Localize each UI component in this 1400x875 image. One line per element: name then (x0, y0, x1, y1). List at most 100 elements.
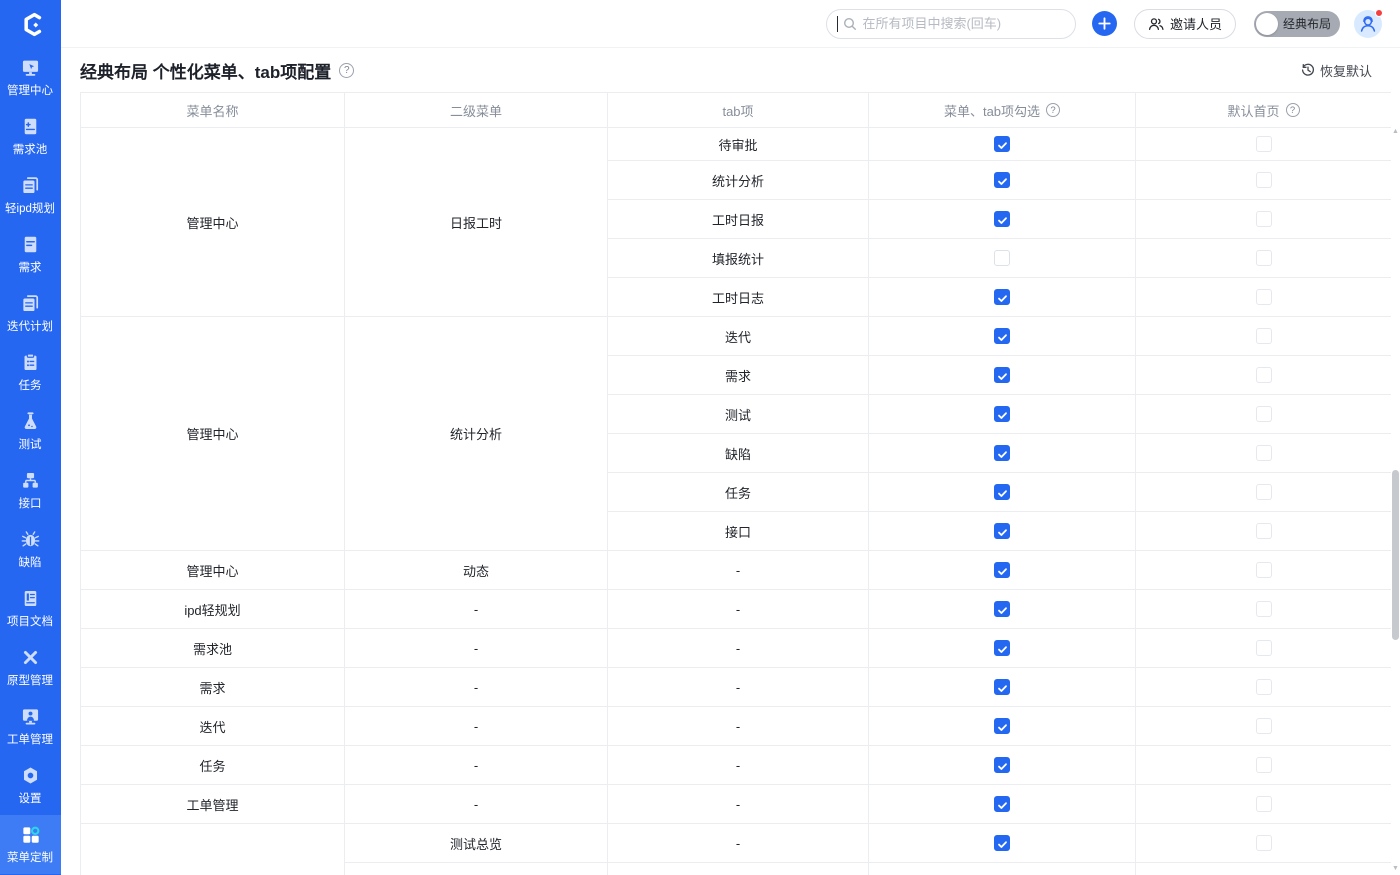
tab-item-cell: 缺陷 (608, 434, 869, 473)
sidebar-item-7[interactable]: 接口 (0, 461, 61, 520)
submenu-cell: - (345, 629, 608, 668)
invite-members-button[interactable]: 邀请人员 (1134, 9, 1236, 39)
tab-checkbox[interactable] (994, 757, 1010, 773)
table-row: 工单管理-- (81, 785, 1392, 824)
default-home-checkbox[interactable] (1256, 523, 1272, 539)
tab-checkbox[interactable] (994, 328, 1010, 344)
scroll-down-arrow[interactable]: ▼ (1391, 865, 1400, 873)
default-home-checkbox[interactable] (1256, 445, 1272, 461)
default-home-cell (1136, 278, 1392, 317)
app-logo[interactable] (0, 0, 61, 48)
sidebar-nav: 管理中心需求池轻ipd规划需求迭代计划任务测试接口缺陷项目文档原型管理工单管理设… (0, 48, 61, 875)
scroll-up-arrow[interactable]: ▲ (1391, 128, 1400, 136)
sidebar-item-13[interactable]: 菜单定制 (0, 815, 61, 874)
sidebar-item-label: 项目文档 (7, 612, 53, 628)
column-help-icon[interactable]: ? (1046, 103, 1060, 117)
default-home-checkbox[interactable] (1256, 211, 1272, 227)
tab-checkbox[interactable] (994, 523, 1010, 539)
sidebar-item-11[interactable]: 工单管理 (0, 697, 61, 756)
sidebar-item-1[interactable]: 需求池 (0, 107, 61, 166)
tab-checkbox[interactable] (994, 445, 1010, 461)
default-home-checkbox[interactable] (1256, 406, 1272, 422)
sidebar-item-3[interactable]: 需求 (0, 225, 61, 284)
table-header-row: 菜单名称二级菜单tab项菜单、tab项勾选?默认首页? (81, 93, 1392, 128)
menu-check-cell (869, 239, 1136, 278)
menu-config-table: 菜单名称二级菜单tab项菜单、tab项勾选?默认首页? 管理中心日报工时待审批统… (80, 92, 1391, 875)
default-home-checkbox[interactable] (1256, 136, 1272, 152)
submenu-cell: 日报工时 (345, 128, 608, 317)
menu-name-cell (81, 824, 345, 875)
default-home-checkbox[interactable] (1256, 484, 1272, 500)
tab-checkbox[interactable] (994, 601, 1010, 617)
tab-checkbox[interactable] (994, 484, 1010, 500)
global-search[interactable] (826, 9, 1076, 39)
tab-item-cell: - (608, 668, 869, 707)
avatar-person-icon (1358, 14, 1378, 34)
sidebar-item-label: 缺陷 (19, 553, 42, 569)
sidebar-item-12[interactable]: 设置 (0, 756, 61, 815)
sidebar-item-0[interactable]: 管理中心 (0, 48, 61, 107)
default-home-checkbox[interactable] (1256, 757, 1272, 773)
table-row: ipd轻规划-- (81, 590, 1392, 629)
page-help-icon[interactable]: ? (339, 63, 354, 78)
tab-checkbox[interactable] (994, 562, 1010, 578)
sidebar-item-4[interactable]: 迭代计划 (0, 284, 61, 343)
sidebar-item-8[interactable]: 缺陷 (0, 520, 61, 579)
layout-toggle[interactable]: 经典布局 (1254, 11, 1340, 37)
default-home-checkbox[interactable] (1256, 367, 1272, 383)
layout-toggle-label: 经典布局 (1283, 15, 1331, 32)
submenu-cell: - (345, 746, 608, 785)
content: 经典布局 个性化菜单、tab项配置 ? 恢复默认 菜单名称二级菜单t (61, 48, 1400, 875)
tab-checkbox[interactable] (994, 796, 1010, 812)
pages-icon (20, 175, 41, 196)
default-home-cell (1136, 200, 1392, 239)
column-header-3: 菜单、tab项勾选? (869, 93, 1136, 128)
column-header-label: 菜单、tab项勾选 (944, 101, 1040, 120)
column-help-icon[interactable]: ? (1286, 103, 1300, 117)
sidebar-item-6[interactable]: 测试 (0, 402, 61, 461)
tab-checkbox[interactable] (994, 679, 1010, 695)
user-avatar[interactable] (1354, 10, 1382, 38)
default-home-checkbox[interactable] (1256, 328, 1272, 344)
default-home-checkbox[interactable] (1256, 718, 1272, 734)
sidebar-item-10[interactable]: 原型管理 (0, 638, 61, 697)
default-home-checkbox[interactable] (1256, 796, 1272, 812)
sidebar-item-label: 设置 (19, 789, 42, 805)
tab-checkbox[interactable] (994, 250, 1010, 266)
default-home-checkbox[interactable] (1256, 172, 1272, 188)
ruler-pen-icon (20, 647, 41, 668)
sidebar-item-2[interactable]: 轻ipd规划 (0, 166, 61, 225)
default-home-checkbox[interactable] (1256, 562, 1272, 578)
default-home-cell (1136, 785, 1392, 824)
default-home-cell (1136, 668, 1392, 707)
default-home-checkbox[interactable] (1256, 679, 1272, 695)
tab-checkbox[interactable] (994, 718, 1010, 734)
tab-checkbox[interactable] (994, 367, 1010, 383)
menu-check-cell (869, 395, 1136, 434)
tab-item-cell: - (608, 590, 869, 629)
default-home-checkbox[interactable] (1256, 835, 1272, 851)
tab-checkbox[interactable] (994, 406, 1010, 422)
column-header-1: 二级菜单 (345, 93, 608, 128)
tab-checkbox[interactable] (994, 172, 1010, 188)
nodes-icon (20, 470, 41, 491)
scrollbar-thumb[interactable] (1392, 470, 1399, 640)
tab-checkbox[interactable] (994, 289, 1010, 305)
tab-checkbox[interactable] (994, 136, 1010, 152)
default-home-checkbox[interactable] (1256, 250, 1272, 266)
tab-checkbox[interactable] (994, 640, 1010, 656)
submenu-cell: 测试总览 (345, 824, 608, 863)
create-project-button[interactable] (1092, 11, 1117, 36)
default-home-checkbox[interactable] (1256, 601, 1272, 617)
tab-item-cell: - (608, 785, 869, 824)
default-home-checkbox[interactable] (1256, 640, 1272, 656)
tab-item-cell: 需求 (608, 356, 869, 395)
default-home-checkbox[interactable] (1256, 289, 1272, 305)
tab-checkbox[interactable] (994, 835, 1010, 851)
search-input[interactable] (862, 16, 1065, 31)
sidebar-item-5[interactable]: 任务 (0, 343, 61, 402)
restore-default-button[interactable]: 恢复默认 (1301, 61, 1372, 80)
sidebar: 管理中心需求池轻ipd规划需求迭代计划任务测试接口缺陷项目文档原型管理工单管理设… (0, 0, 61, 875)
sidebar-item-9[interactable]: 项目文档 (0, 579, 61, 638)
tab-checkbox[interactable] (994, 211, 1010, 227)
